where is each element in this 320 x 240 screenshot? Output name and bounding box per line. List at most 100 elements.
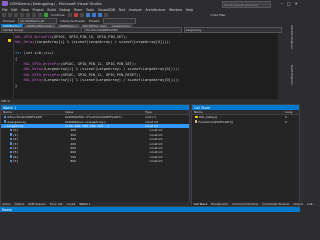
call-stack-col-lang[interactable]: Lang xyxy=(285,110,299,114)
watch-type-cell: const int xyxy=(149,137,163,142)
watch-bottom-tab[interactable]: GDB Session xyxy=(27,202,48,206)
code-token: ] % (sizeof(LargeArray) / sizeof(LargeAr… xyxy=(62,40,158,45)
watch-value-cell[interactable]: 100 xyxy=(70,128,149,132)
watch-value-cell[interactable]: 200 xyxy=(70,133,149,137)
forward-icon[interactable] xyxy=(8,13,12,17)
menu-project[interactable]: Project xyxy=(33,8,44,12)
current-statement-arrow-icon xyxy=(8,39,11,42)
menu-build[interactable]: Build xyxy=(47,8,55,12)
call-stack-name-text: HAL_Delay() xyxy=(198,115,218,120)
watch-bottom-tab[interactable]: Autos xyxy=(1,202,12,206)
watch-col-value[interactable]: Value xyxy=(65,110,145,114)
watch-bottom-tab[interactable]: Output xyxy=(13,202,26,206)
menu-tools[interactable]: Tools xyxy=(86,8,94,12)
menu-architecture[interactable]: Architecture xyxy=(145,8,165,12)
undo-icon[interactable] xyxy=(32,13,36,17)
zoom-level[interactable]: 100 % xyxy=(1,99,10,103)
watch-value-cell[interactable]: 400 xyxy=(70,142,149,146)
code-token: ] % (sizeof(LargeArray) / sizeof(LargeAr… xyxy=(71,78,167,83)
watch-name-cell: [5] xyxy=(1,150,70,154)
stop-debugging-icon[interactable] xyxy=(73,13,78,17)
watch-name-cell: [6] xyxy=(1,155,70,159)
watch-row[interactable]: [7] 800 const int xyxy=(1,159,189,163)
menu-analyze[interactable]: Analyze xyxy=(129,8,142,12)
watch-value-cell[interactable]: {100, 200, 300, 400, 500, ...} xyxy=(65,124,145,128)
watch-type-cell: const int xyxy=(149,128,163,133)
watch-value-cell[interactable]: 300 xyxy=(70,137,149,141)
watch-name-cell: [3] xyxy=(1,142,70,146)
call-stack-col-name[interactable]: Name xyxy=(192,110,285,114)
step-into-icon[interactable] xyxy=(85,13,90,17)
break-all-icon[interactable] xyxy=(67,13,72,17)
watch-name-text: [1] xyxy=(13,132,18,137)
maximize-button[interactable]: □ xyxy=(287,1,291,6)
call-stack-bottom-tab[interactable]: Breakpoints xyxy=(210,202,230,206)
new-file-icon[interactable] xyxy=(14,13,18,17)
lifecycle-events-dropdown[interactable]: Lifecycle Events xyxy=(59,19,85,23)
call-stack-bottom-tab[interactable]: Call Stack xyxy=(192,201,209,206)
watch-name-cell: [2] xyxy=(1,137,70,141)
code-token: (GPIOC, GPIO_PIN_ xyxy=(60,61,98,66)
side-tab-team-explorer[interactable]: Team Explorer xyxy=(289,65,294,85)
watch-name-cell: [4] xyxy=(1,146,70,150)
watch-value-cell[interactable]: 0x90000xxx <LargeArray> xyxy=(65,120,145,124)
watch-bottom-tab[interactable]: Locals xyxy=(65,202,77,206)
call-stack-bottom-tab[interactable]: Output xyxy=(292,202,305,206)
menu-view[interactable]: View xyxy=(21,8,29,12)
menu-debug[interactable]: Debug xyxy=(59,8,70,12)
redo-icon[interactable] xyxy=(38,13,42,17)
watch-name-text: &LargeArray xyxy=(7,119,27,124)
show-next-statement-icon[interactable] xyxy=(103,13,108,17)
save-icon[interactable] xyxy=(20,13,24,17)
back-icon[interactable] xyxy=(2,13,6,17)
watch-col-name[interactable]: Name xyxy=(1,110,65,114)
watch-type-cell: const int xyxy=(149,150,163,155)
watch-type-cell: const int xyxy=(149,141,163,146)
watch-bottom-tab[interactable]: Error List xyxy=(48,202,64,206)
call-stack-bottom-tab[interactable]: Immediate Window xyxy=(261,202,291,206)
continue-button[interactable]: Continue xyxy=(50,13,66,17)
editor-horizontal-scrollbar[interactable]: 100 % xyxy=(0,99,282,103)
code-token: HAL_GPIO_WritePin xyxy=(15,72,61,77)
watch-type-cell: const int xyxy=(145,119,158,124)
call-stack-name-text: FunctionInQSPIFLASH() xyxy=(198,119,233,124)
watch-value-cell[interactable]: 500 xyxy=(70,146,149,150)
step-over-icon[interactable] xyxy=(91,13,96,17)
menu-help[interactable]: Help xyxy=(186,8,194,12)
call-stack-bottom-tab[interactable]: Call... xyxy=(306,202,317,206)
editor-gutter[interactable] xyxy=(0,33,14,99)
watch-bottom-tab[interactable]: Watch 1 xyxy=(77,201,93,206)
code-token: HAL_Delay xyxy=(15,78,44,83)
minimize-button[interactable]: – xyxy=(281,1,283,6)
code-editor[interactable]: HAL_GPIO_WritePin(GPIOC, GPIO_PIN_10, GP… xyxy=(0,33,282,99)
watch-value-cell[interactable]: 600 xyxy=(70,150,149,154)
menu-window[interactable]: Window xyxy=(169,8,182,12)
side-tab-solution-explorer[interactable]: Solution Explorer xyxy=(289,25,294,49)
menu-visualgdb[interactable]: VisualGDB xyxy=(98,8,115,12)
save-all-icon[interactable] xyxy=(26,13,30,17)
watch-col-type[interactable]: Type xyxy=(145,110,185,114)
menu-edit[interactable]: Edit xyxy=(11,8,17,12)
watch-value-cell[interactable]: 700 xyxy=(70,155,149,159)
call-stack-lang-cell: C xyxy=(285,119,288,124)
watch-name-text: &FunctionInQSPIFLASH xyxy=(7,115,42,120)
call-stack-row[interactable]: FunctionInQSPIFLASH() C xyxy=(192,119,299,124)
restart-icon[interactable] xyxy=(79,13,84,17)
watch-type-cell: const int xyxy=(149,145,163,150)
watch-value-cell[interactable]: 800 xyxy=(70,159,149,163)
watch-value-cell[interactable]: 0x90000000 <FunctionInQSPIFLASH> xyxy=(65,115,145,119)
step-out-icon[interactable] xyxy=(97,13,102,17)
menu-file[interactable]: File xyxy=(2,8,8,12)
code-token: (LargeArray[ xyxy=(43,78,70,83)
close-button[interactable]: ✕ xyxy=(295,1,298,6)
call-stack-name-cell: FunctionInQSPIFLASH() xyxy=(192,120,285,124)
code-token: { xyxy=(15,56,18,61)
continue-icon[interactable] xyxy=(44,13,48,17)
call-stack-bottom-tab[interactable]: Command Window xyxy=(231,202,260,206)
code-token: HAL_GPIO_WritePin xyxy=(15,61,61,66)
code-map-button[interactable]: Code Map xyxy=(210,13,227,17)
menu-test[interactable]: Test xyxy=(119,8,126,12)
expand-arrow-icon[interactable] xyxy=(4,125,6,127)
menu-team[interactable]: Team xyxy=(74,8,83,12)
